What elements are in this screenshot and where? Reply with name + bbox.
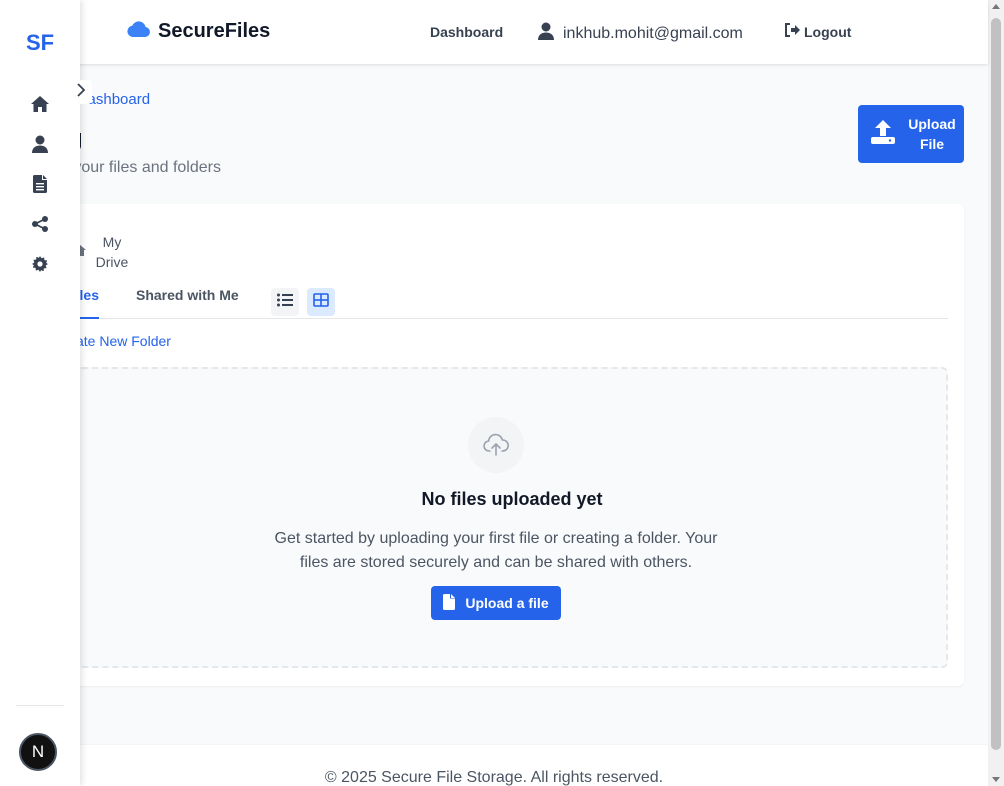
empty-state-text: Get started by uploading your first file… [274,530,718,571]
list-view-button[interactable] [271,288,299,316]
gear-icon [32,255,48,277]
sidebar-logo[interactable]: SF [0,30,80,56]
empty-state-dropzone[interactable]: No files uploaded yet Get started by upl… [76,367,948,668]
scroll-up-arrow[interactable] [992,4,1000,9]
sidebar-item-home[interactable] [30,95,50,117]
top-navbar: SecureFiles Dashboard inkhub.mohit@gmail… [0,0,988,64]
grid-icon [313,292,329,312]
nav-dashboard-link[interactable]: Dashboard [430,24,503,40]
user-icon [538,22,554,45]
empty-state-title: No files uploaded yet [421,489,603,509]
logout-icon [784,23,800,40]
sidebar-item-files[interactable] [30,174,50,198]
home-icon [31,95,49,117]
sidebar-toggle-button[interactable] [70,80,92,104]
upload-file-button[interactable]: Upload File [858,105,964,163]
cloud-upload-icon [468,417,524,473]
tab-shared-with-me[interactable]: Shared with Me [136,287,239,303]
sidebar-divider [16,705,64,706]
upload-a-file-button[interactable]: Upload a file [431,586,561,620]
brand-name: SecureFiles [158,20,271,42]
tab-bar: les Shared with Me [60,280,948,319]
breadcrumb-my-drive: My Drive [95,234,129,270]
scroll-thumb[interactable] [991,18,1001,750]
sidebar-item-shared[interactable] [30,215,50,237]
upload-a-file-label: Upload a file [465,595,549,611]
logout-label: Logout [804,23,852,40]
file-icon [443,593,456,613]
sidebar-item-profile[interactable] [30,135,50,158]
share-icon [32,215,48,237]
cloud-icon [126,20,150,43]
chevron-right-icon [76,82,86,102]
footer: © 2025 Secure File Storage. All rights r… [0,744,988,786]
sidebar: SF N [0,0,80,786]
upload-file-label: Upload File [908,116,956,152]
upload-icon [870,118,896,151]
list-icon [277,293,293,312]
document-icon [33,174,47,198]
brand[interactable]: SecureFiles [126,20,270,43]
scroll-down-arrow[interactable] [992,777,1000,782]
user-email: inkhub.mohit@gmail.com [563,24,743,42]
avatar[interactable]: N [19,733,57,771]
user-icon [32,135,48,158]
breadcrumb[interactable]: My Drive [72,232,132,272]
page-subtitle: e your files and folders [60,159,221,176]
footer-copyright: © 2025 Secure File Storage. All rights r… [324,769,664,786]
files-card: My Drive les Shared with Me ate New Fold… [60,204,964,686]
grid-view-button[interactable] [307,288,335,316]
scrollbar[interactable] [988,0,1004,786]
create-folder-link[interactable]: ate New Folder [76,333,171,349]
logout-button[interactable]: Logout [784,23,851,40]
user-menu[interactable]: inkhub.mohit@gmail.com [538,22,743,45]
sidebar-item-settings[interactable] [30,255,50,277]
